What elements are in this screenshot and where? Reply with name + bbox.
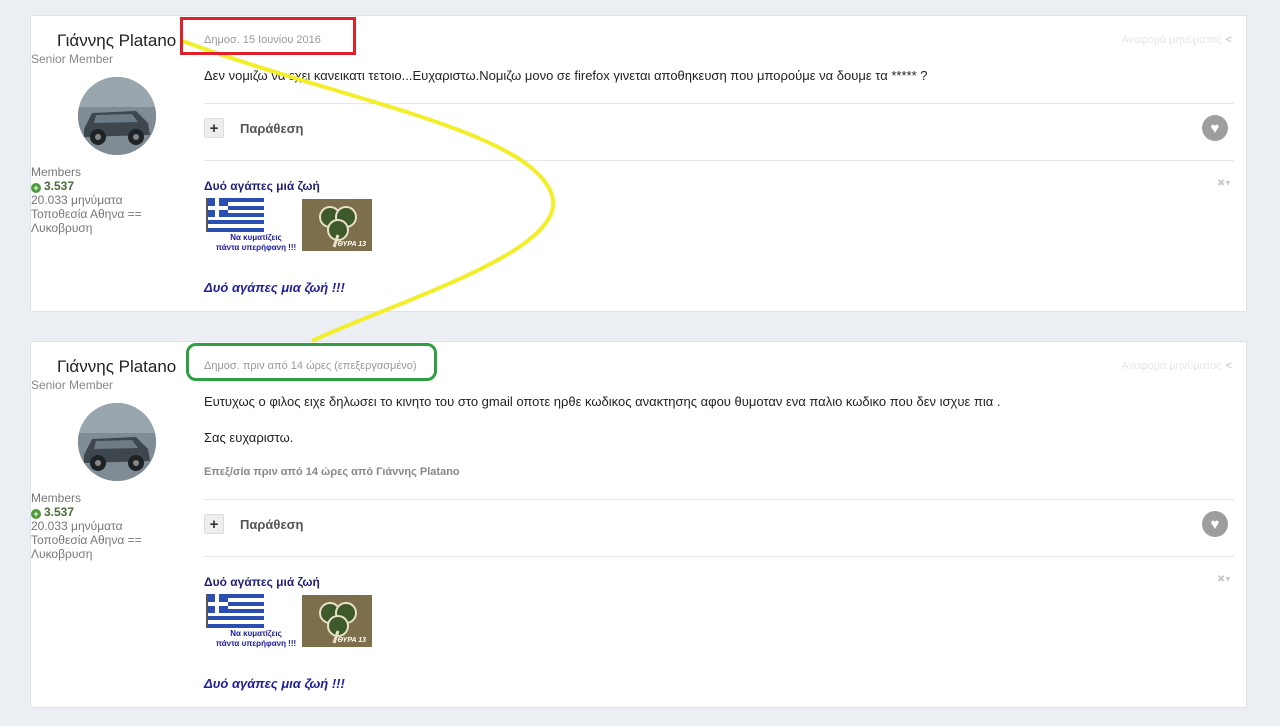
highlight-green-box (186, 343, 437, 381)
yellow-arrow-line (179, 38, 556, 343)
highlight-red-box (180, 17, 356, 55)
